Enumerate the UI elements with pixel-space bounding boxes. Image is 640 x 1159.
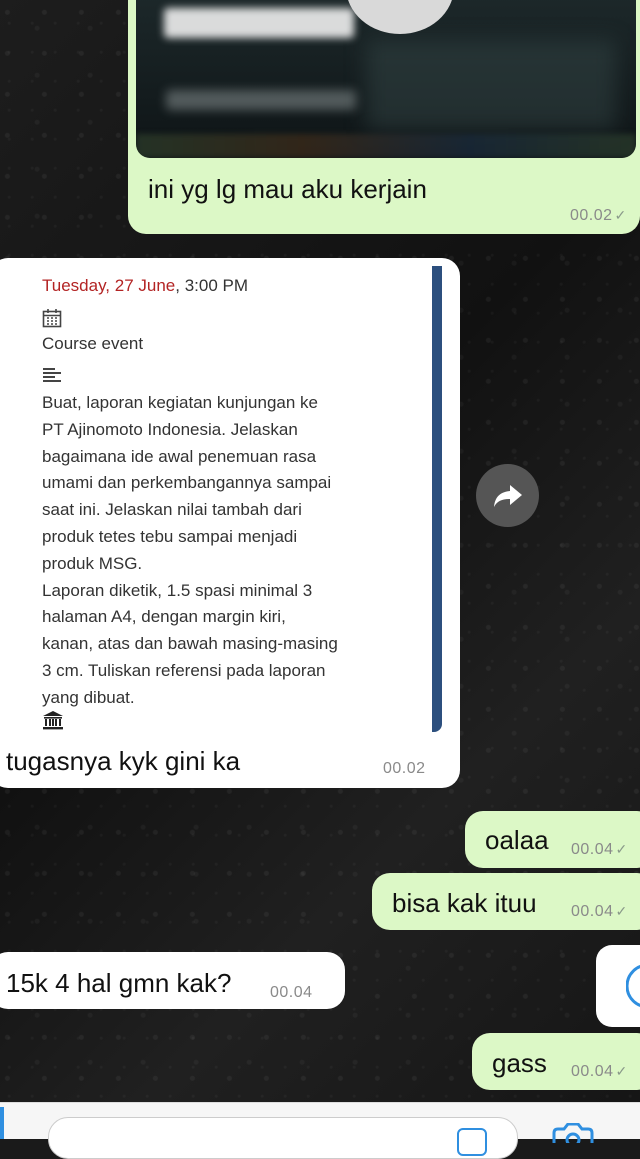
message-time: 00.02 — [383, 760, 426, 777]
share-forward-icon — [493, 484, 522, 507]
check-icon: ✓ — [615, 841, 628, 857]
compose-bar — [0, 1102, 640, 1159]
building-icon — [43, 711, 63, 730]
event-description: Buat, laporan kegiatan kunjungan ke PT A… — [42, 393, 338, 707]
message-bubble-outgoing[interactable]: bisa kak ituu 00.04 ✓ — [372, 873, 640, 930]
calendar-icon — [42, 309, 62, 328]
message-text: ini yg lg mau aku kerjain — [148, 174, 427, 204]
event-date: Tuesday, 27 June, 3:00 PM — [42, 276, 249, 295]
message-bubble-incoming[interactable]: 15k 4 hal gmn kak? 00.04 — [0, 952, 345, 1009]
message-text: oalaa — [485, 825, 549, 855]
message-time: 00.04 ✓ — [571, 1063, 628, 1080]
message-text: bisa kak ituu — [392, 888, 537, 918]
circle-icon — [626, 964, 640, 1008]
camera-icon[interactable] — [550, 1123, 596, 1143]
course-event-message-bubble[interactable]: Tuesday, 27 June, 3:00 PM Course event B… — [0, 258, 460, 788]
image-message-bubble[interactable]: ini yg lg mau aku kerjain 00.02 ✓ — [128, 0, 640, 234]
message-time: 00.04 — [270, 984, 313, 1001]
share-button[interactable] — [476, 464, 539, 527]
message-text: 15k 4 hal gmn kak? — [6, 968, 232, 998]
check-icon: ✓ — [615, 1063, 628, 1079]
partial-message-bubble[interactable] — [596, 945, 640, 1027]
course-event-card[interactable]: Tuesday, 27 June, 3:00 PM Course event B… — [0, 266, 442, 732]
message-time: 00.04 ✓ — [571, 841, 628, 858]
plus-icon[interactable] — [0, 1107, 4, 1139]
arrow-down-icon — [385, 0, 415, 4]
text-lines-icon — [43, 368, 61, 382]
check-icon: ✓ — [614, 207, 627, 223]
message-bubble-outgoing[interactable]: gass 00.04 ✓ — [472, 1033, 640, 1090]
message-bubble-outgoing[interactable]: oalaa 00.04 ✓ — [465, 811, 640, 868]
check-icon: ✓ — [615, 903, 628, 919]
sticker-icon[interactable] — [457, 1128, 487, 1156]
message-text: tugasnya kyk gini ka — [6, 746, 241, 776]
message-time: 00.04 ✓ — [571, 903, 628, 920]
event-type-label: Course event — [42, 334, 144, 353]
message-time: 00.02 ✓ — [570, 207, 627, 224]
message-input[interactable] — [48, 1117, 518, 1159]
message-text: gass — [492, 1048, 547, 1078]
